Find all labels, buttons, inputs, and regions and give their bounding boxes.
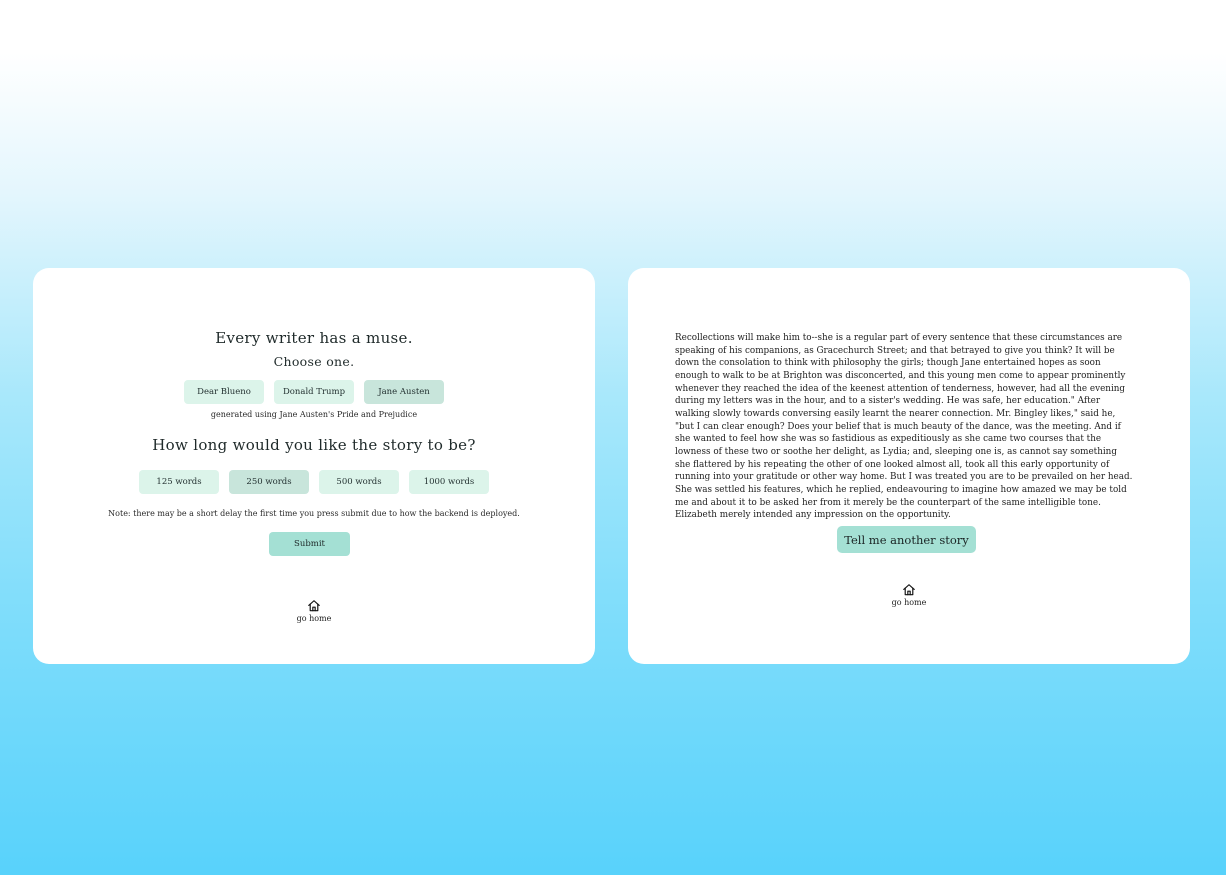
muse-options: Dear Blueno Donald Trump Jane Austen	[33, 380, 595, 404]
length-option-1000[interactable]: 1000 words	[409, 470, 489, 494]
muse-heading: Every writer has a muse.	[215, 329, 413, 347]
muse-option-jane-austen[interactable]: Jane Austen	[364, 380, 444, 404]
length-option-250[interactable]: 250 words	[229, 470, 309, 494]
length-heading: How long would you like the story to be?	[152, 436, 476, 454]
submit-button[interactable]: Submit	[269, 532, 350, 556]
go-home-label: go home	[891, 598, 927, 607]
muse-option-dear-blueno[interactable]: Dear Blueno	[184, 380, 264, 404]
go-home-label: go home	[296, 614, 332, 623]
muse-caption: generated using Jane Austen's Pride and …	[210, 410, 418, 419]
generated-story-text: Recollections will make him to--she is a…	[675, 333, 1133, 521]
muse-subheading: Choose one.	[273, 354, 355, 369]
muse-selection-card: Every writer has a muse. Choose one. Dea…	[33, 268, 595, 664]
story-card: Recollections will make him to--she is a…	[628, 268, 1190, 664]
another-story-button[interactable]: Tell me another story	[837, 526, 976, 553]
submit-delay-note: Note: there may be a short delay the fir…	[108, 509, 520, 518]
length-options: 125 words 250 words 500 words 1000 words	[33, 470, 595, 494]
length-option-500[interactable]: 500 words	[319, 470, 399, 494]
go-home-link[interactable]: go home	[33, 599, 595, 623]
go-home-link[interactable]: go home	[628, 583, 1190, 607]
length-option-125[interactable]: 125 words	[139, 470, 219, 494]
home-icon	[903, 584, 915, 596]
home-icon	[308, 600, 320, 612]
muse-option-donald-trump[interactable]: Donald Trump	[274, 380, 354, 404]
